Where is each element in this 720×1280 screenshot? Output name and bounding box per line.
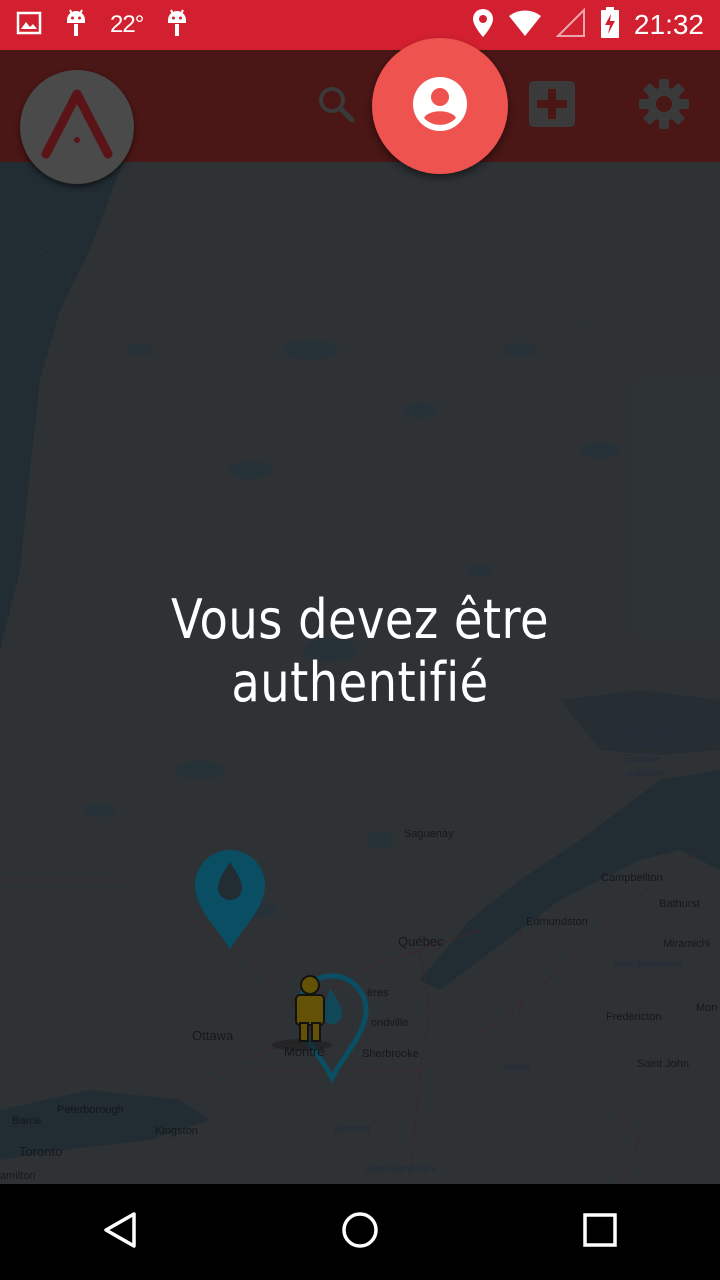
add-button[interactable] <box>524 78 580 134</box>
auth-required-message: Vous devez être authentifié <box>170 588 550 714</box>
android-icon <box>64 8 88 43</box>
app-logo[interactable] <box>20 70 134 184</box>
home-button[interactable] <box>320 1192 400 1272</box>
recents-button[interactable] <box>560 1192 640 1272</box>
android-icon <box>165 8 189 43</box>
battery-charging-icon <box>600 6 620 44</box>
recents-icon <box>582 1212 618 1253</box>
add-icon <box>527 79 577 134</box>
app-logo-icon <box>32 80 122 175</box>
search-icon <box>316 84 356 129</box>
location-icon <box>472 8 494 43</box>
account-icon <box>412 76 468 137</box>
signal-icon <box>555 7 586 43</box>
back-button[interactable] <box>80 1192 160 1272</box>
status-bar: 22° 21:32 <box>0 0 720 50</box>
wifi-icon <box>508 9 542 42</box>
settings-icon <box>637 77 691 136</box>
clock-text: 21:32 <box>633 9 704 40</box>
back-icon <box>100 1210 140 1255</box>
home-icon <box>340 1210 380 1255</box>
temperature-text: 22° <box>110 11 144 38</box>
image-icon <box>16 10 42 41</box>
settings-button[interactable] <box>634 76 694 136</box>
account-button[interactable] <box>372 38 508 174</box>
search-button[interactable] <box>312 80 360 132</box>
auth-overlay: Vous devez être authentifié <box>0 50 720 1184</box>
system-nav-bar <box>0 1184 720 1280</box>
